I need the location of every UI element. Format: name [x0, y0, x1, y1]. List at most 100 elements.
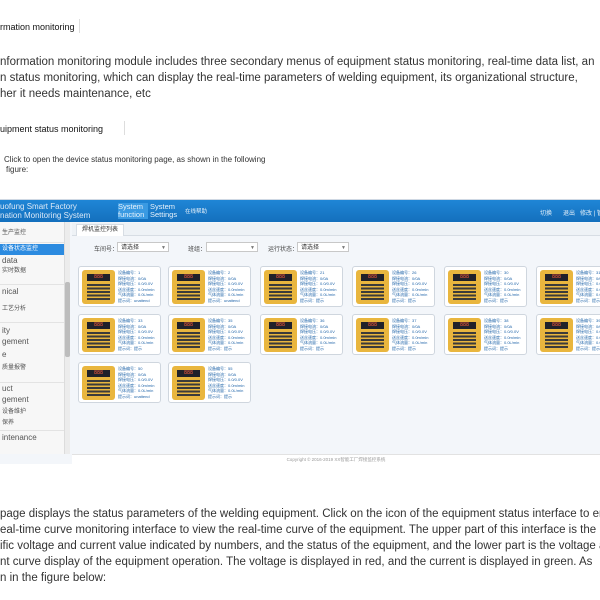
switch-link[interactable]: 切换 [540, 208, 552, 217]
welder-grill [87, 284, 110, 301]
cursor-divider [124, 121, 125, 135]
welder-card[interactable]: 888 设备编号：39焊接电流：0/0A焊接电压：0.0/0.0V送丝速度：0.0… [536, 314, 600, 355]
welder-icon[interactable]: 888 [172, 270, 205, 304]
subsection-heading: uipment status monitoring [0, 124, 104, 134]
scrollbar-thumb[interactable] [65, 282, 70, 357]
param-value: 0.0L/min [138, 388, 154, 393]
sidebar-divider [0, 430, 64, 431]
welder-display: 888 [453, 274, 476, 281]
param-value: 0.0/0.0V [228, 329, 243, 334]
param-label: 提示词： [208, 297, 224, 303]
sidebar-item[interactable]: 保养 [0, 419, 64, 428]
param-value: 0.0/0.0V [596, 329, 600, 334]
nav-tab-help[interactable]: 在线帮助 [185, 208, 207, 216]
welder-icon[interactable]: 888 [82, 318, 115, 352]
welder-icon[interactable]: 888 [264, 270, 297, 304]
sidebar-item[interactable]: 设备维护 [0, 408, 64, 417]
param-label: 设备编号： [208, 366, 228, 371]
param-label: 提示词： [392, 297, 408, 303]
sidebar-item[interactable]: gement [0, 337, 64, 347]
param-label: 送丝速度： [208, 382, 228, 388]
sidebar-item[interactable]: 实时数据 [0, 267, 64, 276]
brand-line: uofung Smart Factory [0, 202, 77, 211]
sidebar-item[interactable]: 工艺分析 [0, 305, 64, 314]
welder-grill [453, 332, 476, 349]
welder-card[interactable]: 888 设备编号：33 焊接电流：0/0A 焊接电压：0.0/0.0V 送丝速度：0.0… [78, 314, 161, 355]
welder-icon[interactable]: 888 [264, 318, 297, 352]
param-value: 37 [412, 318, 417, 323]
welder-grill [269, 284, 292, 301]
welder-icon[interactable]: 888 [356, 318, 389, 352]
welder-icon[interactable]: 888 [172, 318, 205, 352]
sidebar-item[interactable]: e [0, 350, 64, 360]
param-value: 0.0L/min [412, 340, 428, 345]
welder-card[interactable]: 888 设备编号：38 焊接电流：0/0A 焊接电压：0.0/0.0V 送丝速度：0.0… [444, 314, 527, 355]
welder-info: 设备编号：1 焊接电流：0/0A 焊接电压：0.0/0.0V 送丝速度：0.0m/mi… [118, 270, 161, 303]
param-label: 气体流量： [484, 292, 504, 297]
param-label: 焊接电压： [118, 377, 138, 382]
sidebar-scrollbar[interactable] [65, 222, 70, 454]
welder-card[interactable]: 888 设备编号：50 焊接电流：0/0A 焊接电压：0.0/0.0V 送丝速度：0.0… [78, 362, 161, 403]
param-value: 0.0m/min [228, 382, 245, 388]
param-label: 焊接电压： [300, 281, 320, 286]
param-value: 0.0L/min [320, 292, 336, 297]
param-value: 0.0L/min [228, 340, 244, 345]
status-select[interactable]: 请选择 ▼ [297, 242, 349, 252]
sidebar-item[interactable]: 生产监控 [0, 228, 64, 238]
sidebar-item[interactable]: ity [0, 325, 64, 336]
welder-info: 设备编号：31焊接电流：0/0A焊接电压：0.0/0.0V送丝速度：0.0m/m… [576, 270, 600, 303]
param-value: 提示 [316, 297, 324, 303]
welder-info: 设备编号：26 焊接电流：0/0A 焊接电压：0.0/0.0V 送丝速度：0.0m/m… [392, 270, 435, 303]
sidebar-item[interactable]: 质量报警 [0, 363, 64, 373]
welder-card[interactable]: 888 设备编号：35 焊接电流：0/0A 焊接电压：0.0/0.0V 送丝速度：0.0… [168, 314, 251, 355]
welder-grill [361, 284, 384, 301]
welder-icon[interactable]: 888 [82, 366, 115, 400]
tab-welder-monitor-list[interactable]: 焊机监控列表 [76, 224, 125, 236]
welder-card[interactable]: 888 设备编号：26 焊接电流：0/0A 焊接电压：0.0/0.0V 送丝速度：0.0… [352, 266, 435, 307]
sidebar-item[interactable]: data [0, 256, 64, 266]
welder-display: 888 [545, 322, 568, 329]
welder-card[interactable]: 888 设备编号：36 焊接电流：0/0A 焊接电压：0.0/0.0V 送丝速度：0.0… [260, 314, 343, 355]
param-value: 提示 [224, 345, 232, 351]
welder-card[interactable]: 888 设备编号：1 焊接电流：0/0A 焊接电压：0.0/0.0V 送丝速度：0.0m… [78, 266, 161, 307]
welder-icon[interactable]: 888 [540, 270, 573, 304]
sidebar-item[interactable]: nical [0, 286, 64, 297]
welder-param: 提示词：提示 [118, 346, 161, 352]
welder-param: 提示词：提示 [576, 298, 600, 304]
nav-tab-system-function[interactable]: System function [118, 203, 148, 219]
caption-line: figure: [6, 165, 29, 174]
param-label: 送丝速度： [576, 286, 596, 292]
sidebar-item[interactable]: uct [0, 383, 64, 394]
welder-grill [87, 380, 110, 397]
welder-icon[interactable]: 888 [172, 366, 205, 400]
param-value: 0/0A [320, 323, 329, 329]
sidebar-item[interactable]: 设备状态监控 [0, 244, 64, 255]
welder-card[interactable]: 888 设备编号：30 焊接电流：0/0A 焊接电压：0.0/0.0V 送丝速度：0.0… [444, 266, 527, 307]
welder-display: 888 [177, 322, 200, 329]
welder-param: 提示词：提示 [300, 346, 343, 352]
welder-card[interactable]: 888 设备编号：55 焊接电流：0/0A 焊接电压：0.0/0.0V 送丝速度：0.0… [168, 362, 251, 403]
figure-caption: Click to open the device status monitori… [4, 155, 265, 175]
user-menu[interactable]: 修改 | 管理员 [580, 208, 600, 217]
param-label: 气体流量： [118, 292, 138, 297]
welder-icon[interactable]: 888 [448, 318, 481, 352]
welder-card[interactable]: 888 设备编号：2 焊接电流：0/0A 焊接电压：0.0/0.0V 送丝速度：0.0m… [168, 266, 251, 307]
welder-icon[interactable]: 888 [540, 318, 573, 352]
param-value: 0.0/0.0V [320, 329, 335, 334]
logout-link[interactable]: 退出 [563, 208, 575, 217]
team-select[interactable]: ▼ [206, 242, 258, 252]
param-value: 0.0/0.0V [320, 281, 335, 286]
welder-icon[interactable]: 888 [356, 270, 389, 304]
welder-icon[interactable]: 888 [82, 270, 115, 304]
sidebar-item[interactable]: intenance [0, 432, 64, 443]
intro-line: her it needs maintenance, etc [0, 88, 151, 100]
workshop-select[interactable]: 请选择 ▼ [117, 242, 169, 252]
param-value: 36 [320, 318, 325, 323]
param-value: 0/0A [228, 371, 237, 377]
welder-card[interactable]: 888 设备编号：37 焊接电流：0/0A 焊接电压：0.0/0.0V 送丝速度：0.0… [352, 314, 435, 355]
nav-tab-system-settings[interactable]: System Settings [150, 203, 182, 219]
welder-card[interactable]: 888 设备编号：31焊接电流：0/0A焊接电压：0.0/0.0V送丝速度：0.0… [536, 266, 600, 307]
sidebar-item[interactable]: gement [0, 395, 64, 405]
welder-icon[interactable]: 888 [448, 270, 481, 304]
welder-card[interactable]: 888 设备编号：21 焊接电流：0/0A 焊接电压：0.0/0.0V 送丝速度：0.0… [260, 266, 343, 307]
